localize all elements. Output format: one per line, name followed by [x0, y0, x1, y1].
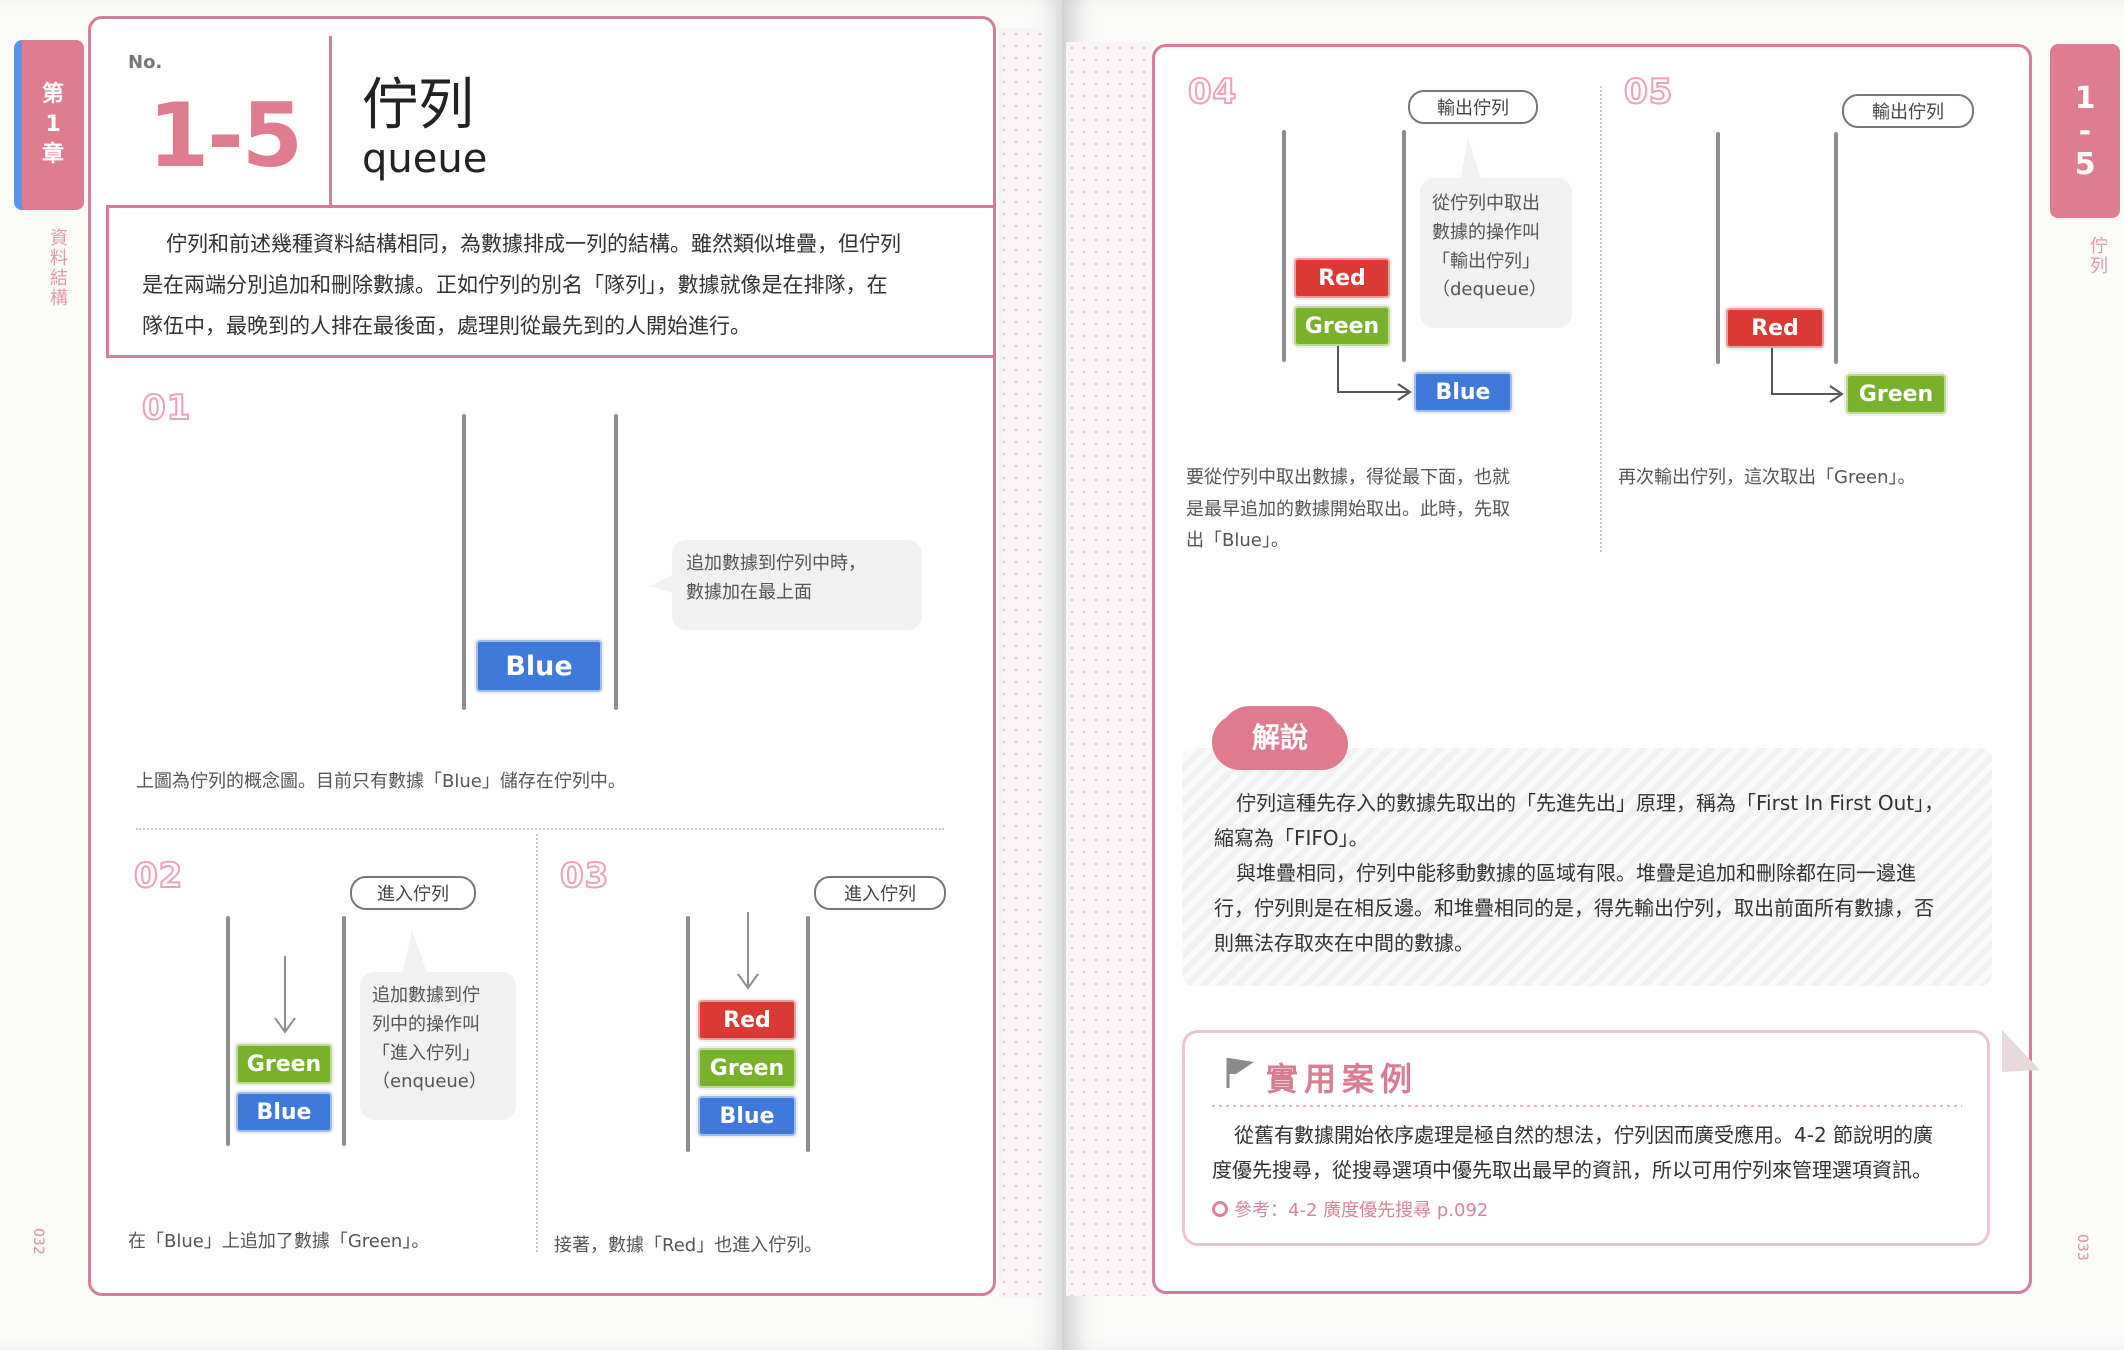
header-number-box: No. 1-5 — [106, 36, 332, 208]
chapter-tab-line1: 1 — [2074, 80, 2096, 116]
reference-link[interactable]: 參考：4-2 廣度優先搜尋 p.092 — [1212, 1196, 1488, 1222]
side-label: 資料結構 — [47, 228, 68, 308]
data-block-green: Green — [1846, 374, 1946, 414]
bubble-line: 數據加在最上面 — [686, 581, 812, 603]
queue-wall-right — [1402, 130, 1406, 362]
queue-wall-left — [226, 916, 230, 1146]
section-number: 1-5 — [148, 84, 303, 187]
speech-bubble: 從佇列中取出 數據的操作叫 「輸出佇列」 （dequeue） — [1420, 178, 1572, 328]
queue-wall-left — [462, 414, 466, 710]
intro-line: 是在兩端分別追加和刪除數據。正如佇列的別名「隊列」，數據就像是在排隊，在 — [142, 272, 888, 297]
side-label: 佇列 — [2087, 236, 2108, 276]
chapter-tab-line3: 章 — [41, 141, 64, 167]
explanation-badge: 解說 — [1220, 706, 1340, 766]
flag-icon — [1222, 1054, 1256, 1090]
reference-text: 參考：4-2 廣度優先搜尋 p.092 — [1234, 1200, 1489, 1221]
bubble-line: 「輸出佇列」 — [1432, 250, 1540, 272]
right-page: 1 - 5 佇列 033 04 輸出佇列 Red Green Blue 從佇列中… — [1062, 0, 2124, 1350]
speech-bubble: 追加數據到佇列中時， 數據加在最上面 — [672, 540, 922, 630]
step-number-05: 05 — [1623, 71, 1674, 113]
step-number-01: 01 — [141, 387, 192, 429]
data-block-green: Green — [1294, 306, 1390, 346]
chapter-tab-line1: 第 — [41, 82, 64, 108]
enqueue-label: 進入佇列 — [814, 876, 946, 910]
intro-line: 隊伍中，最晚到的人排在最後面，處理則從最先到的人開始進行。 — [142, 313, 751, 338]
bubble-line: 從佇列中取出 — [1432, 193, 1540, 214]
queue-wall-left — [686, 916, 690, 1152]
data-block-red: Red — [698, 1000, 796, 1040]
page-number: 032 — [30, 1228, 46, 1255]
divider — [536, 834, 538, 1252]
bubble-line: 數據的操作叫 — [1432, 221, 1540, 243]
queue-wall-right — [614, 414, 618, 710]
no-label: No. — [128, 52, 163, 73]
bubble-line: （dequeue） — [1432, 279, 1547, 301]
divider — [136, 828, 944, 830]
caption-line: 是最早追加的數據開始取出。此時，先取 — [1186, 498, 1510, 520]
queue-wall-right — [342, 916, 346, 1146]
explanation-line: 縮寫為「FIFO」。 — [1214, 826, 1369, 850]
queue-wall-left — [1716, 132, 1720, 364]
explanation-line: 行，佇列則是在相反邊。和堆疊相同的是，得先輸出佇列，取出前面所有數據，否 — [1214, 896, 1934, 920]
queue-wall-right — [1834, 132, 1838, 364]
page-subtitle: queue — [362, 136, 488, 182]
page-number: 033 — [2074, 1234, 2090, 1261]
header-title-box: 佇列 queue — [332, 36, 996, 208]
dequeue-label: 輸出佇列 — [1408, 90, 1538, 124]
explanation-line: 佇列這種先存入的數據先取出的「先進先出」原理，稱為「First In First… — [1236, 791, 1945, 815]
caption-04: 要從佇列中取出數據，得從最下面，也就 是最早追加的數據開始取出。此時，先取 出「… — [1186, 462, 1510, 557]
chapter-tab: 第 1 章 — [14, 40, 84, 210]
explanation-text: 佇列這種先存入的數據先取出的「先進先出」原理，稱為「First In First… — [1214, 786, 2004, 961]
bubble-line: 「進入佇列」 — [372, 1042, 480, 1064]
data-block-blue: Blue — [236, 1092, 332, 1132]
queue-wall-left — [1282, 130, 1286, 362]
data-block-blue: Blue — [698, 1096, 796, 1136]
bubble-line: 追加數據到佇列中時， — [686, 553, 866, 574]
data-block-green: Green — [698, 1048, 796, 1088]
use-case-title: 實用案例 — [1266, 1060, 1419, 1098]
use-case-text: 從舊有數據開始依序處理是極自然的想法，佇列因而廣受應用。4-2 節說明的廣 度優… — [1212, 1118, 2012, 1188]
step-number-04: 04 — [1187, 71, 1238, 113]
left-page: 第 1 章 資料結構 032 No. 1-5 佇列 queue 佇列和前述幾種資… — [0, 0, 1062, 1350]
bubble-line: 列中的操作叫 — [372, 1013, 480, 1035]
right-frame-dotted-edge — [1066, 42, 1152, 1296]
data-block-blue: Blue — [476, 640, 602, 692]
data-block-red: Red — [1294, 258, 1390, 298]
data-block-blue: Blue — [1414, 372, 1512, 412]
caption-01: 上圖為佇列的概念圖。目前只有數據「Blue」儲存在佇列中。 — [136, 771, 626, 792]
queue-wall-right — [806, 916, 810, 1152]
speech-bubble: 追加數據到佇 列中的操作叫 「進入佇列」 （enqueue） — [360, 972, 516, 1120]
chapter-tab-line2: 1 — [45, 112, 61, 138]
bubble-line: 追加數據到佇 — [372, 985, 480, 1006]
dequeue-label: 輸出佇列 — [1842, 94, 1974, 128]
enqueue-label: 進入佇列 — [350, 876, 476, 910]
data-block-green: Green — [236, 1044, 332, 1084]
intro-line: 佇列和前述幾種資料結構相同，為數據排成一列的結構。雖然類似堆疊，但佇列 — [166, 232, 901, 256]
use-case-line: 度優先搜尋，從搜尋選項中優先取出最早的資訊，所以可用佇列來管理選項資訊。 — [1212, 1158, 1932, 1182]
chapter-tab-line3: 5 — [2074, 146, 2096, 182]
page-title: 佇列 — [362, 73, 474, 138]
explanation-line: 則無法存取夾在中間的數據。 — [1214, 931, 1474, 955]
step-number-02: 02 — [133, 855, 184, 897]
caption-line: 出「Blue」。 — [1186, 530, 1289, 551]
caption-line: 要從佇列中取出數據，得從最下面，也就 — [1186, 467, 1510, 488]
step-number-03: 03 — [559, 855, 610, 897]
chapter-tab-line2: - — [2078, 113, 2092, 149]
bubble-line: （enqueue） — [372, 1071, 487, 1093]
caption-05: 再次輸出佇列，這次取出「Green」。 — [1618, 467, 1916, 488]
explanation-line: 與堆疊相同，佇列中能移動數據的區域有限。堆疊是追加和刪除都在同一邊進 — [1236, 861, 1916, 885]
caption-02: 在「Blue」上追加了數據「Green」。 — [128, 1231, 430, 1252]
arrow-circle-icon — [1212, 1201, 1228, 1217]
use-case-line: 從舊有數據開始依序處理是極自然的想法，佇列因而廣受應用。4-2 節說明的廣 — [1234, 1123, 1934, 1147]
chapter-tab: 1 - 5 — [2050, 44, 2120, 218]
caption-03: 接著，數據「Red」也進入佇列。 — [554, 1235, 823, 1256]
divider — [1600, 86, 1602, 552]
data-block-red: Red — [1726, 308, 1824, 348]
explanation-badge-label: 解說 — [1251, 721, 1308, 754]
left-frame-dotted-edge — [998, 28, 1042, 1298]
intro-text: 佇列和前述幾種資料結構相同，為數據排成一列的結構。雖然類似堆疊，但佇列 是在兩端… — [142, 224, 982, 347]
